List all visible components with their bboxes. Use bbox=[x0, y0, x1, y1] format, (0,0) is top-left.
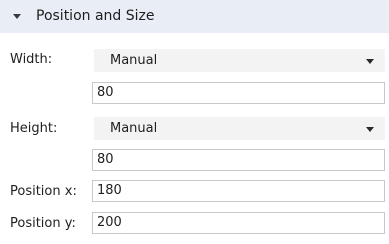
width-input-value: 80 bbox=[97, 85, 114, 100]
height-mode-value: Manual bbox=[110, 121, 158, 136]
chevron-down-icon[interactable] bbox=[366, 127, 374, 132]
position-and-size-panel: Position and Size Width: Manual 80 Heigh… bbox=[0, 0, 389, 244]
width-mode-dropdown[interactable]: Manual bbox=[94, 49, 385, 72]
height-input-value: 80 bbox=[97, 152, 114, 167]
height-input[interactable]: 80 bbox=[92, 149, 385, 171]
width-label: Width: bbox=[10, 52, 53, 67]
chevron-down-icon[interactable] bbox=[366, 59, 374, 64]
position-y-input-value: 200 bbox=[97, 215, 122, 230]
position-x-input[interactable]: 180 bbox=[92, 180, 385, 202]
width-mode-value: Manual bbox=[110, 53, 158, 68]
position-y-label: Position y: bbox=[10, 216, 76, 231]
height-mode-dropdown[interactable]: Manual bbox=[94, 117, 385, 140]
height-label: Height: bbox=[10, 121, 58, 136]
position-y-input[interactable]: 200 bbox=[92, 212, 385, 234]
collapse-triangle-icon[interactable] bbox=[13, 14, 21, 19]
section-title: Position and Size bbox=[36, 8, 155, 24]
position-x-input-value: 180 bbox=[97, 183, 122, 198]
width-input[interactable]: 80 bbox=[92, 82, 385, 104]
position-x-label: Position x: bbox=[10, 184, 77, 199]
section-header-position-and-size[interactable]: Position and Size bbox=[0, 0, 389, 33]
